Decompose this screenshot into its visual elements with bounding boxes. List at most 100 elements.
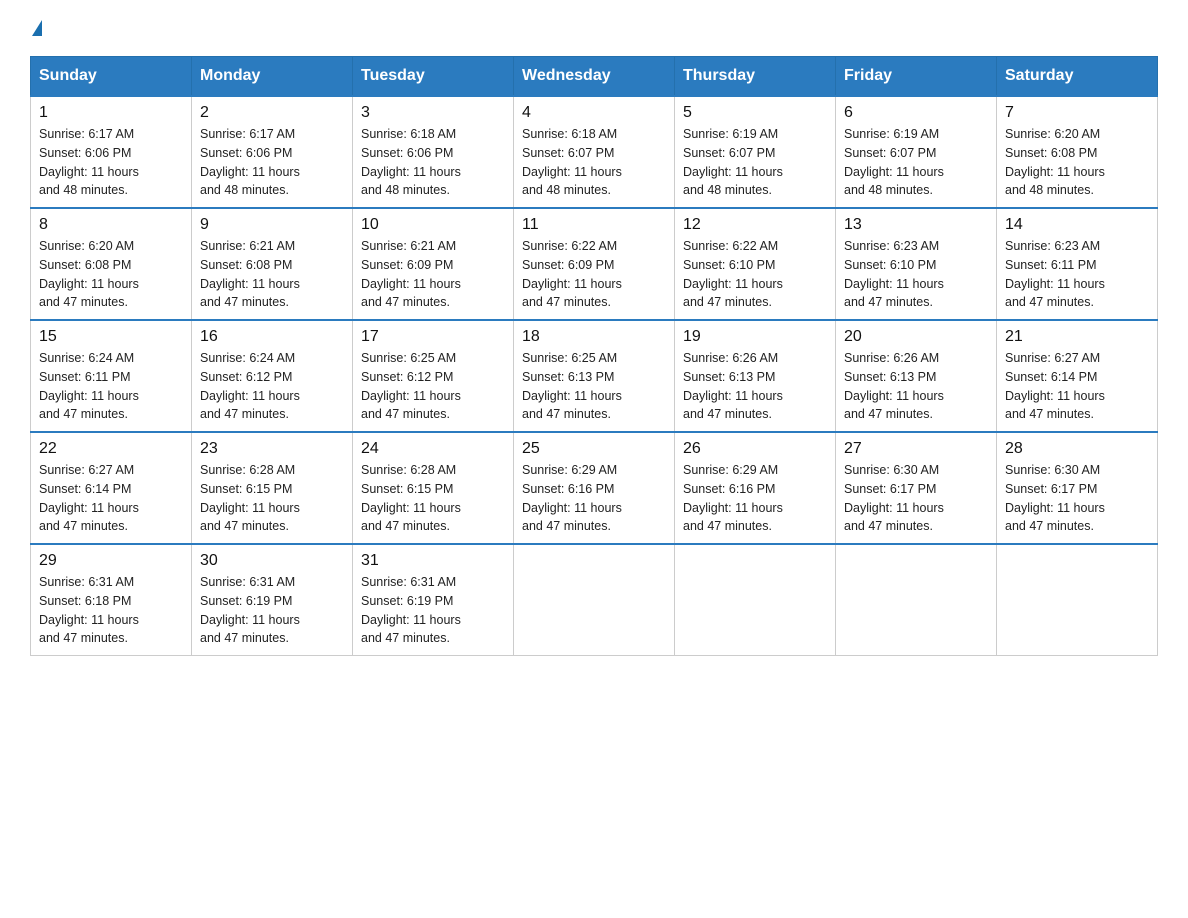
day-number: 24 xyxy=(361,440,505,458)
day-info: Sunrise: 6:26 AMSunset: 6:13 PMDaylight:… xyxy=(844,349,988,424)
calendar-cell: 18 Sunrise: 6:25 AMSunset: 6:13 PMDayligh… xyxy=(514,320,675,432)
day-info: Sunrise: 6:30 AMSunset: 6:17 PMDaylight:… xyxy=(844,461,988,536)
calendar-cell: 6 Sunrise: 6:19 AMSunset: 6:07 PMDaylight… xyxy=(836,96,997,208)
day-number: 11 xyxy=(522,216,666,234)
calendar-cell: 31 Sunrise: 6:31 AMSunset: 6:19 PMDayligh… xyxy=(353,544,514,656)
week-row-2: 8 Sunrise: 6:20 AMSunset: 6:08 PMDaylight… xyxy=(31,208,1158,320)
logo-triangle-icon xyxy=(32,20,42,36)
week-row-3: 15 Sunrise: 6:24 AMSunset: 6:11 PMDayligh… xyxy=(31,320,1158,432)
day-info: Sunrise: 6:22 AMSunset: 6:10 PMDaylight:… xyxy=(683,237,827,312)
calendar-cell: 19 Sunrise: 6:26 AMSunset: 6:13 PMDayligh… xyxy=(675,320,836,432)
day-number: 7 xyxy=(1005,104,1149,122)
calendar-cell: 14Sunrise: 6:23 AMSunset: 6:11 PMDayligh… xyxy=(997,208,1158,320)
day-info: Sunrise: 6:28 AMSunset: 6:15 PMDaylight:… xyxy=(200,461,344,536)
day-header-wednesday: Wednesday xyxy=(514,57,675,97)
day-number: 20 xyxy=(844,328,988,346)
day-number: 5 xyxy=(683,104,827,122)
calendar-cell: 26 Sunrise: 6:29 AMSunset: 6:16 PMDayligh… xyxy=(675,432,836,544)
days-of-week-row: SundayMondayTuesdayWednesdayThursdayFrid… xyxy=(31,57,1158,97)
day-info: Sunrise: 6:18 AMSunset: 6:07 PMDaylight:… xyxy=(522,125,666,200)
day-info: Sunrise: 6:24 AMSunset: 6:12 PMDaylight:… xyxy=(200,349,344,424)
day-info: Sunrise: 6:19 AMSunset: 6:07 PMDaylight:… xyxy=(683,125,827,200)
day-number: 27 xyxy=(844,440,988,458)
calendar-cell: 17Sunrise: 6:25 AMSunset: 6:12 PMDayligh… xyxy=(353,320,514,432)
day-info: Sunrise: 6:17 AMSunset: 6:06 PMDaylight:… xyxy=(200,125,344,200)
calendar-cell: 16 Sunrise: 6:24 AMSunset: 6:12 PMDayligh… xyxy=(192,320,353,432)
day-header-sunday: Sunday xyxy=(31,57,192,97)
day-header-friday: Friday xyxy=(836,57,997,97)
day-number: 1 xyxy=(39,104,183,122)
day-number: 15 xyxy=(39,328,183,346)
day-number: 23 xyxy=(200,440,344,458)
day-info: Sunrise: 6:25 AMSunset: 6:13 PMDaylight:… xyxy=(522,349,666,424)
calendar-cell xyxy=(836,544,997,656)
calendar-cell: 10 Sunrise: 6:21 AMSunset: 6:09 PMDayligh… xyxy=(353,208,514,320)
day-info: Sunrise: 6:19 AMSunset: 6:07 PMDaylight:… xyxy=(844,125,988,200)
calendar-cell: 3 Sunrise: 6:18 AMSunset: 6:06 PMDaylight… xyxy=(353,96,514,208)
day-header-monday: Monday xyxy=(192,57,353,97)
day-number: 18 xyxy=(522,328,666,346)
calendar-cell: 9Sunrise: 6:21 AMSunset: 6:08 PMDaylight… xyxy=(192,208,353,320)
day-number: 21 xyxy=(1005,328,1149,346)
calendar-cell: 20 Sunrise: 6:26 AMSunset: 6:13 PMDayligh… xyxy=(836,320,997,432)
week-row-1: 1 Sunrise: 6:17 AMSunset: 6:06 PMDaylight… xyxy=(31,96,1158,208)
calendar-cell: 5 Sunrise: 6:19 AMSunset: 6:07 PMDaylight… xyxy=(675,96,836,208)
day-number: 22 xyxy=(39,440,183,458)
day-info: Sunrise: 6:31 AMSunset: 6:19 PMDaylight:… xyxy=(200,573,344,648)
day-info: Sunrise: 6:20 AMSunset: 6:08 PMDaylight:… xyxy=(39,237,183,312)
day-info: Sunrise: 6:26 AMSunset: 6:13 PMDaylight:… xyxy=(683,349,827,424)
calendar-cell xyxy=(997,544,1158,656)
calendar-table: SundayMondayTuesdayWednesdayThursdayFrid… xyxy=(30,56,1158,656)
week-row-5: 29 Sunrise: 6:31 AMSunset: 6:18 PMDayligh… xyxy=(31,544,1158,656)
day-number: 9 xyxy=(200,216,344,234)
day-number: 8 xyxy=(39,216,183,234)
day-info: Sunrise: 6:29 AMSunset: 6:16 PMDaylight:… xyxy=(683,461,827,536)
day-header-tuesday: Tuesday xyxy=(353,57,514,97)
day-info: Sunrise: 6:27 AMSunset: 6:14 PMDaylight:… xyxy=(1005,349,1149,424)
calendar-cell xyxy=(514,544,675,656)
day-number: 26 xyxy=(683,440,827,458)
calendar-cell: 21 Sunrise: 6:27 AMSunset: 6:14 PMDayligh… xyxy=(997,320,1158,432)
calendar-cell: 23 Sunrise: 6:28 AMSunset: 6:15 PMDayligh… xyxy=(192,432,353,544)
day-number: 19 xyxy=(683,328,827,346)
day-info: Sunrise: 6:21 AMSunset: 6:09 PMDaylight:… xyxy=(361,237,505,312)
calendar-cell: 27 Sunrise: 6:30 AMSunset: 6:17 PMDayligh… xyxy=(836,432,997,544)
calendar-cell: 1 Sunrise: 6:17 AMSunset: 6:06 PMDaylight… xyxy=(31,96,192,208)
day-number: 3 xyxy=(361,104,505,122)
day-header-thursday: Thursday xyxy=(675,57,836,97)
day-info: Sunrise: 6:30 AMSunset: 6:17 PMDaylight:… xyxy=(1005,461,1149,536)
calendar-cell: 22 Sunrise: 6:27 AMSunset: 6:14 PMDayligh… xyxy=(31,432,192,544)
day-info: Sunrise: 6:18 AMSunset: 6:06 PMDaylight:… xyxy=(361,125,505,200)
day-number: 29 xyxy=(39,552,183,570)
day-info: Sunrise: 6:17 AMSunset: 6:06 PMDaylight:… xyxy=(39,125,183,200)
calendar-cell: 13Sunrise: 6:23 AMSunset: 6:10 PMDayligh… xyxy=(836,208,997,320)
day-info: Sunrise: 6:23 AMSunset: 6:11 PMDaylight:… xyxy=(1005,237,1149,312)
day-info: Sunrise: 6:25 AMSunset: 6:12 PMDaylight:… xyxy=(361,349,505,424)
calendar-cell: 28 Sunrise: 6:30 AMSunset: 6:17 PMDayligh… xyxy=(997,432,1158,544)
day-info: Sunrise: 6:31 AMSunset: 6:18 PMDaylight:… xyxy=(39,573,183,648)
calendar-cell: 30Sunrise: 6:31 AMSunset: 6:19 PMDayligh… xyxy=(192,544,353,656)
calendar-cell xyxy=(675,544,836,656)
week-row-4: 22 Sunrise: 6:27 AMSunset: 6:14 PMDayligh… xyxy=(31,432,1158,544)
day-info: Sunrise: 6:22 AMSunset: 6:09 PMDaylight:… xyxy=(522,237,666,312)
calendar-cell: 15 Sunrise: 6:24 AMSunset: 6:11 PMDayligh… xyxy=(31,320,192,432)
day-info: Sunrise: 6:29 AMSunset: 6:16 PMDaylight:… xyxy=(522,461,666,536)
page-header xyxy=(30,20,1158,38)
day-number: 2 xyxy=(200,104,344,122)
day-number: 6 xyxy=(844,104,988,122)
logo xyxy=(30,20,42,38)
calendar-cell: 29 Sunrise: 6:31 AMSunset: 6:18 PMDayligh… xyxy=(31,544,192,656)
day-number: 16 xyxy=(200,328,344,346)
day-info: Sunrise: 6:31 AMSunset: 6:19 PMDaylight:… xyxy=(361,573,505,648)
day-info: Sunrise: 6:24 AMSunset: 6:11 PMDaylight:… xyxy=(39,349,183,424)
day-number: 31 xyxy=(361,552,505,570)
day-info: Sunrise: 6:27 AMSunset: 6:14 PMDaylight:… xyxy=(39,461,183,536)
calendar-cell: 4 Sunrise: 6:18 AMSunset: 6:07 PMDaylight… xyxy=(514,96,675,208)
day-number: 25 xyxy=(522,440,666,458)
day-number: 4 xyxy=(522,104,666,122)
calendar-cell: 24Sunrise: 6:28 AMSunset: 6:15 PMDayligh… xyxy=(353,432,514,544)
calendar-cell: 11 Sunrise: 6:22 AMSunset: 6:09 PMDayligh… xyxy=(514,208,675,320)
calendar-cell: 12Sunrise: 6:22 AMSunset: 6:10 PMDayligh… xyxy=(675,208,836,320)
day-number: 10 xyxy=(361,216,505,234)
day-number: 28 xyxy=(1005,440,1149,458)
